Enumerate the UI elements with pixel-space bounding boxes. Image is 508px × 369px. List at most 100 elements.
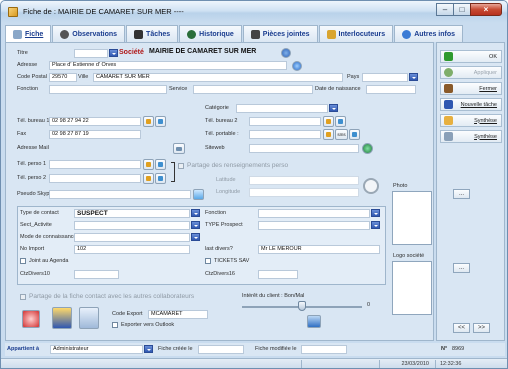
door-icon: [444, 84, 453, 93]
code-export-label: Code Export: [112, 311, 143, 317]
exporter-outlook-checkbox[interactable]: [112, 322, 118, 328]
boxes-icon[interactable]: [52, 307, 72, 329]
skype-icon[interactable]: [193, 189, 204, 200]
tel-portable-field[interactable]: [249, 130, 321, 139]
close-button[interactable]: ×: [470, 3, 502, 16]
web-icon[interactable]: [362, 143, 373, 154]
tel-bureau1-field[interactable]: 02 98 27 94 22: [49, 117, 141, 126]
envelope-icon[interactable]: [79, 307, 99, 329]
previous-button[interactable]: <<: [453, 323, 470, 333]
fonction-dropdown-button[interactable]: [371, 209, 380, 217]
eye-icon: [60, 29, 70, 39]
map-pin-icon[interactable]: [363, 178, 379, 194]
dial-icon[interactable]: [155, 159, 166, 170]
no-import-field[interactable]: 102: [74, 245, 190, 254]
logo-browse-button[interactable]: ...: [453, 263, 470, 273]
close-form-button[interactable]: Fermer: [440, 82, 502, 95]
mode-connaissance-dropdown-button[interactable]: [191, 233, 200, 241]
service-field[interactable]: [193, 85, 313, 94]
new-task-button[interactable]: Nouvelle tâche: [440, 98, 502, 111]
latitude-field[interactable]: [249, 176, 359, 185]
titre-dropdown-button[interactable]: [109, 49, 118, 57]
pseudo-skype-field[interactable]: [49, 190, 191, 199]
dial-icon[interactable]: [349, 129, 360, 140]
photo-browse-button[interactable]: ...: [453, 189, 470, 199]
tab-pieces-jointes[interactable]: Pièces jointes: [242, 25, 318, 42]
ville-field[interactable]: CAMARET SUR MER: [93, 73, 343, 82]
categorie-dropdown-button[interactable]: [329, 104, 338, 112]
maximize-button[interactable]: □: [453, 3, 471, 16]
tab-historique[interactable]: Historique: [179, 25, 242, 42]
email-icon[interactable]: [173, 143, 185, 154]
dial-icon[interactable]: [335, 116, 346, 127]
tab-interlocuteurs[interactable]: Interlocuteurs: [318, 25, 394, 42]
appartient-dropdown-button[interactable]: [144, 345, 153, 353]
phone-icon[interactable]: [323, 129, 334, 140]
joint-agenda-checkbox[interactable]: [20, 258, 26, 264]
attach-icon: [250, 29, 260, 39]
ctzdivers10-field[interactable]: [74, 270, 119, 279]
ok-button[interactable]: OK: [440, 50, 502, 63]
type-prospect-label: TYPE Prospect: [205, 222, 243, 228]
pays-select[interactable]: [362, 73, 408, 82]
societe-field[interactable]: MAIRIE DE CAMARET SUR MER: [147, 48, 279, 58]
fonction-field[interactable]: [49, 85, 167, 94]
logo-frame[interactable]: [392, 261, 432, 315]
lifebuoy-icon[interactable]: [22, 310, 40, 328]
partage-perso-checkbox[interactable]: [178, 163, 184, 169]
synthese-button[interactable]: Synthèse: [440, 114, 502, 127]
sms-button[interactable]: sms: [335, 129, 348, 140]
next-button[interactable]: >>: [473, 323, 490, 333]
interet-slider-thumb[interactable]: [298, 301, 306, 311]
phone-icon[interactable]: [143, 116, 154, 127]
last-divers-field[interactable]: Mr LE MEROUR: [258, 245, 380, 254]
dial-icon[interactable]: [155, 173, 166, 184]
siteweb-field[interactable]: [249, 144, 359, 153]
minimize-button[interactable]: –: [436, 3, 454, 16]
tickets-sav-checkbox[interactable]: [205, 258, 211, 264]
apply-button[interactable]: Appliquer: [440, 66, 502, 79]
titre-select[interactable]: [74, 49, 108, 58]
phone-icon[interactable]: [143, 159, 154, 170]
globe-icon[interactable]: [292, 61, 302, 71]
tel-perso1-label: Tél. perso 1: [17, 161, 47, 167]
tab-fiche[interactable]: Fiche: [5, 25, 52, 43]
fax-field[interactable]: 02 98 27 87 19: [49, 130, 141, 139]
sect-activite-dropdown-button[interactable]: [191, 221, 200, 229]
mode-connaissance-select[interactable]: [74, 233, 190, 242]
phone-icon[interactable]: [143, 173, 154, 184]
type-prospect-select[interactable]: [258, 221, 370, 230]
date-naissance-field[interactable]: [366, 85, 416, 94]
sect-activite-select[interactable]: [74, 221, 190, 230]
fonction-detail-select[interactable]: [258, 209, 370, 218]
partage-fiche-checkbox[interactable]: [20, 294, 26, 300]
code-postal-field[interactable]: 29570: [49, 73, 77, 82]
tel-bureau2-field[interactable]: [249, 117, 321, 126]
sect-activite-label: Sect_Activite: [20, 222, 52, 228]
type-contact-select[interactable]: SUSPECT: [74, 209, 190, 218]
type-prospect-dropdown-button[interactable]: [371, 221, 380, 229]
photo-frame[interactable]: [392, 191, 432, 245]
ctzdivers16-field[interactable]: [258, 270, 298, 279]
pays-dropdown-button[interactable]: [409, 73, 418, 81]
task-icon: [444, 100, 453, 109]
outlook-icon[interactable]: [307, 315, 321, 328]
type-contact-dropdown-button[interactable]: [191, 209, 200, 217]
tab-autres-infos[interactable]: Autres infos: [394, 25, 464, 42]
synthese-report-button[interactable]: Synthèse: [440, 130, 502, 143]
clock-icon: [187, 29, 197, 39]
tab-taches[interactable]: Tâches: [126, 25, 179, 42]
code-export-field[interactable]: MCAMARET: [148, 310, 208, 319]
tab-observations[interactable]: Observations: [52, 25, 126, 42]
phone-icon[interactable]: [323, 116, 334, 127]
adresse-field[interactable]: Place d' Estienne d' Orves: [49, 61, 287, 70]
tel-perso2-field[interactable]: [49, 174, 141, 183]
dial-icon[interactable]: [155, 116, 166, 127]
appartient-select[interactable]: Administrateur: [50, 345, 143, 354]
tel-perso1-field[interactable]: [49, 160, 141, 169]
categorie-select[interactable]: [236, 104, 328, 113]
tab-label: Observations: [72, 30, 118, 38]
tel-perso2-label: Tél. perso 2: [17, 175, 47, 181]
info-icon[interactable]: [281, 48, 291, 58]
longitude-field[interactable]: [249, 188, 359, 197]
